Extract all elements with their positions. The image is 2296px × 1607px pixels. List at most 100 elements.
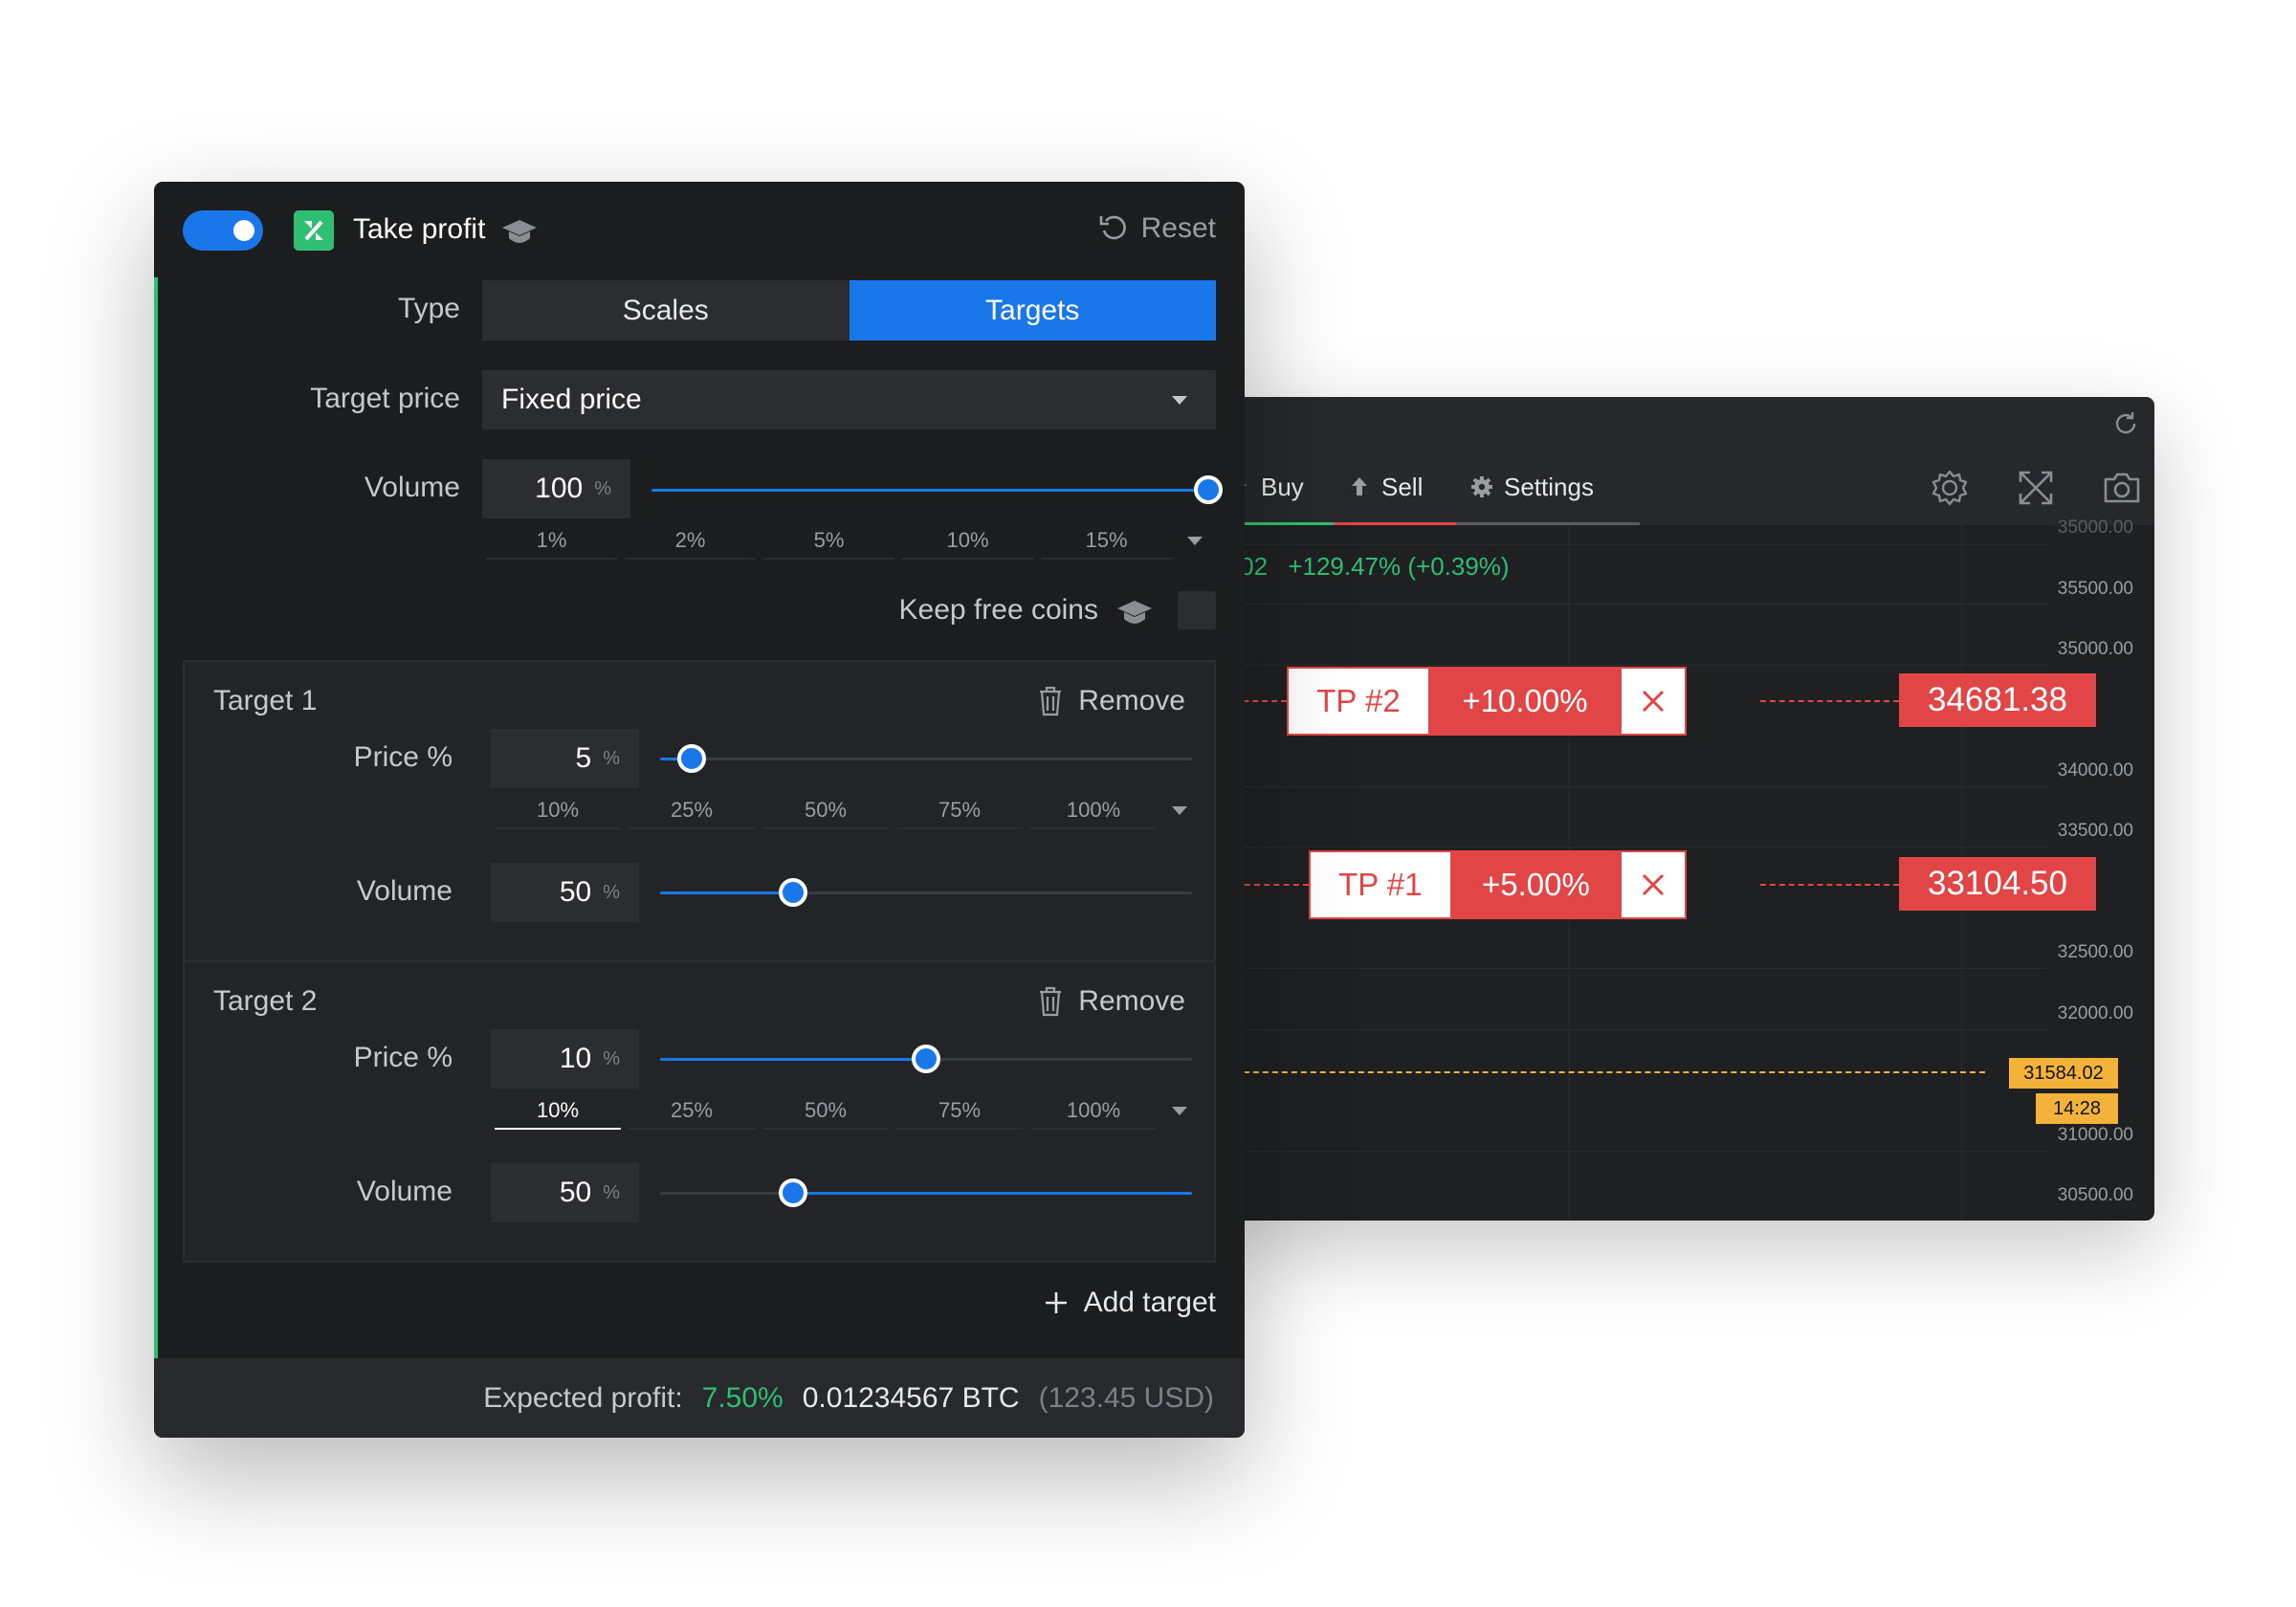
camera-icon[interactable] xyxy=(2102,468,2142,508)
chart-window: Buy Sell Settings 35000.00 35500.00 3500… xyxy=(1205,397,2154,1221)
expected-profit-label: Expected profit: xyxy=(483,1381,683,1414)
volume-preset[interactable]: 2% xyxy=(621,521,760,560)
reset-button[interactable]: Reset xyxy=(1097,212,1216,245)
close-icon xyxy=(1642,690,1665,713)
volume-unit: % xyxy=(603,881,620,903)
price-axis-label: 32500.00 xyxy=(2057,942,2133,962)
tp2-close-button[interactable] xyxy=(1622,669,1685,734)
chevron-down-icon xyxy=(1172,1106,1187,1115)
tp2-dashed-line xyxy=(1760,700,1899,702)
tp1-order-line[interactable]: TP #1 +5.00% xyxy=(1309,850,1687,919)
slider-fill xyxy=(660,892,793,894)
target-volume-input[interactable]: 50 % xyxy=(491,1163,639,1222)
remove-label: Remove xyxy=(1078,985,1185,1017)
tp1-close-button[interactable] xyxy=(1622,852,1685,917)
target-price-input[interactable]: 10 % xyxy=(491,1029,639,1089)
tp1-name: TP #1 xyxy=(1338,867,1423,902)
tp2-order-line[interactable]: TP #2 +10.00% xyxy=(1287,667,1687,736)
price-preset[interactable]: 25% xyxy=(625,1091,759,1130)
presets-more-button[interactable] xyxy=(1160,1091,1199,1130)
keep-free-coins-label: Keep free coins xyxy=(898,594,1098,626)
tab-buy-label: Buy xyxy=(1261,472,1304,501)
price-preset[interactable]: 75% xyxy=(893,791,1027,829)
target-price-label: Target price xyxy=(310,383,460,414)
add-target-label: Add target xyxy=(1083,1287,1216,1318)
settings-gear-icon[interactable] xyxy=(1930,468,1970,508)
type-label: Type xyxy=(397,293,460,324)
chevron-down-icon xyxy=(1172,396,1187,405)
remove-target-button[interactable]: Remove xyxy=(1038,985,1185,1018)
keep-free-coins-checkbox[interactable] xyxy=(1178,591,1216,629)
expand-icon[interactable] xyxy=(2016,468,2056,508)
remove-target-button[interactable]: Remove xyxy=(1038,685,1185,717)
slider-thumb[interactable] xyxy=(677,744,707,773)
target-card: Target 1 Remove Price % 5 % 10% 25% 50% … xyxy=(183,660,1216,962)
price-unit: % xyxy=(603,747,620,769)
expected-profit-usd: (123.45 USD) xyxy=(1038,1381,1214,1414)
target-volume-input[interactable]: 50 % xyxy=(491,863,639,922)
tab-settings[interactable]: Settings xyxy=(1456,449,1640,525)
add-target-button[interactable]: Add target xyxy=(1044,1287,1216,1319)
graduation-cap-icon[interactable] xyxy=(500,218,539,245)
grid-line xyxy=(1205,1029,2047,1030)
volume-preset[interactable]: 15% xyxy=(1037,521,1176,560)
target-title: Target 2 xyxy=(213,985,318,1017)
target-volume-slider[interactable] xyxy=(660,878,1192,907)
volume-preset[interactable]: 10% xyxy=(898,521,1037,560)
price-preset[interactable]: 50% xyxy=(759,1091,893,1130)
volume-preset[interactable]: 1% xyxy=(482,521,621,560)
volume-input[interactable]: 100 % xyxy=(482,459,630,518)
price-axis-label: 33500.00 xyxy=(2057,821,2133,841)
price-presets: 10% 25% 50% 75% 100% xyxy=(491,791,1199,829)
price-preset[interactable]: 25% xyxy=(625,791,759,829)
presets-more-button[interactable] xyxy=(1176,521,1214,560)
tab-sell-label: Sell xyxy=(1381,472,1424,501)
price-preset[interactable]: 10% xyxy=(491,1091,625,1130)
volume-slider[interactable] xyxy=(651,475,1223,504)
chart-area[interactable]: 35000.00 35500.00 35000.00 34000.00 3350… xyxy=(1205,517,2154,1221)
panel-header: Take profit Reset xyxy=(154,182,1245,277)
grid-line xyxy=(1205,1151,2047,1152)
price-preset[interactable]: 100% xyxy=(1027,791,1160,829)
chart-stats: 76.02 +129.47% (+0.39%) xyxy=(1205,552,1510,582)
target-title: Target 1 xyxy=(213,685,318,716)
price-preset[interactable]: 10% xyxy=(491,791,625,829)
grid-line xyxy=(1205,847,2047,848)
target-price-input[interactable]: 5 % xyxy=(491,729,639,788)
toggle-knob xyxy=(233,220,254,241)
price-axis-label: 31000.00 xyxy=(2057,1125,2133,1145)
current-price-tag: 31584.02 xyxy=(2009,1058,2118,1089)
tp1-percent: +5.00% xyxy=(1449,852,1623,917)
tab-sell[interactable]: Sell xyxy=(1334,449,1456,525)
price-axis-label: 34000.00 xyxy=(2057,760,2133,781)
take-profit-panel: Take profit Reset Type Scales Targets Ta… xyxy=(154,182,1245,1438)
target-volume-slider[interactable] xyxy=(660,1178,1192,1207)
slider-thumb[interactable] xyxy=(779,1178,807,1207)
volume-label: Volume xyxy=(356,875,453,907)
graduation-cap-icon[interactable] xyxy=(1115,599,1154,626)
target-card: Target 2 Remove Price % 10 % 10% 25% 50%… xyxy=(183,960,1216,1263)
volume-preset[interactable]: 5% xyxy=(760,521,898,560)
presets-more-button[interactable] xyxy=(1160,791,1199,829)
price-axis-label: 35000.00 xyxy=(2057,517,2133,538)
grid-line xyxy=(1205,786,2047,787)
price-preset[interactable]: 100% xyxy=(1027,1091,1160,1130)
volume-value: 100 xyxy=(535,473,584,504)
target-price-slider[interactable] xyxy=(660,744,1192,773)
target-price-slider[interactable] xyxy=(660,1045,1192,1073)
grid-line xyxy=(1205,604,2047,605)
price-preset[interactable]: 75% xyxy=(893,1091,1027,1130)
reset-label: Reset xyxy=(1140,212,1216,244)
type-segmented-control: Scales Targets xyxy=(482,280,1216,341)
enable-toggle[interactable] xyxy=(183,210,263,251)
price-preset[interactable]: 50% xyxy=(759,791,893,829)
type-option-scales[interactable]: Scales xyxy=(482,280,850,341)
slider-thumb[interactable] xyxy=(779,878,807,907)
slider-thumb[interactable] xyxy=(912,1045,940,1073)
slider-thumb[interactable] xyxy=(1194,475,1223,504)
panel-accent-bar xyxy=(154,277,158,1358)
type-option-targets[interactable]: Targets xyxy=(849,280,1216,341)
refresh-icon[interactable] xyxy=(2110,408,2141,439)
target-price-select[interactable]: Fixed price xyxy=(482,370,1216,429)
percent-badge-icon xyxy=(294,210,334,251)
